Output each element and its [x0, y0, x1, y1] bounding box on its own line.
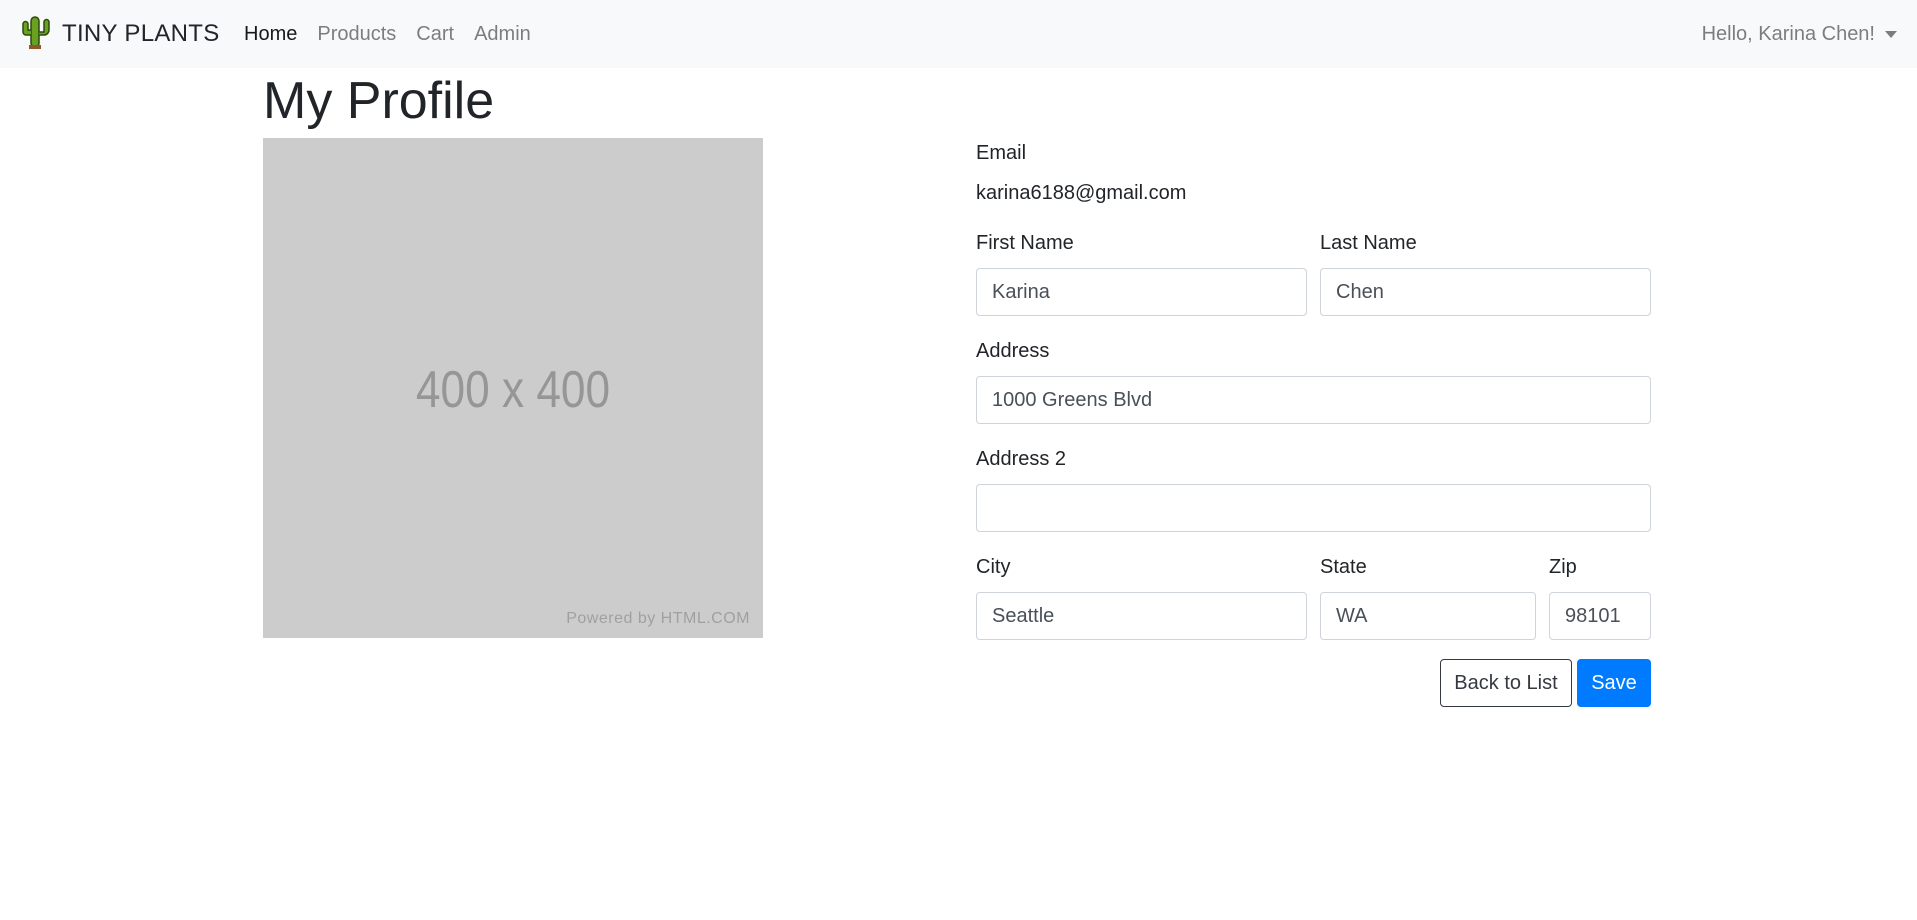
nav-links: Home Products Cart Admin — [244, 0, 551, 68]
address2-input[interactable] — [976, 484, 1651, 532]
brand-link[interactable]: TINY PLANTS — [20, 14, 220, 54]
first-name-input[interactable] — [976, 268, 1307, 316]
state-label: State — [1320, 556, 1367, 578]
last-name-label: Last Name — [1320, 232, 1417, 254]
cactus-icon — [20, 15, 50, 54]
address-label: Address — [976, 340, 1050, 362]
email-value: karina6188@gmail.com — [976, 182, 1187, 204]
last-name-input[interactable] — [1320, 268, 1651, 316]
top-navbar: TINY PLANTS Home Products Cart Admin Hel… — [0, 0, 1917, 68]
nav-products[interactable]: Products — [317, 23, 396, 46]
image-powered-by-text: Powered by HTML.COM — [566, 610, 750, 627]
nav-cart[interactable]: Cart — [416, 23, 454, 46]
nav-home[interactable]: Home — [244, 23, 297, 46]
image-dimensions-text: 400 x 400 — [415, 361, 611, 419]
caret-down-icon — [1885, 30, 1897, 38]
user-menu-dropdown[interactable]: Hello, Karina Chen! — [1702, 0, 1897, 68]
zip-input[interactable] — [1549, 592, 1651, 640]
profile-image-placeholder: 400 x 400 Powered by HTML.COM — [263, 138, 763, 638]
email-label: Email — [976, 142, 1027, 164]
first-name-label: First Name — [976, 232, 1074, 254]
address2-label: Address 2 — [976, 448, 1067, 470]
user-greeting: Hello, Karina Chen! — [1701, 22, 1875, 45]
city-input[interactable] — [976, 592, 1307, 640]
zip-label: Zip — [1549, 556, 1577, 578]
city-label: City — [976, 556, 1011, 578]
page-title: My Profile — [263, 72, 495, 130]
save-button[interactable]: Save — [1577, 659, 1651, 707]
nav-admin[interactable]: Admin — [474, 23, 531, 46]
brand-name: TINY PLANTS — [62, 20, 220, 47]
address-input[interactable] — [976, 376, 1651, 424]
back-to-list-button[interactable]: Back to List — [1440, 659, 1572, 707]
state-input[interactable] — [1320, 592, 1536, 640]
